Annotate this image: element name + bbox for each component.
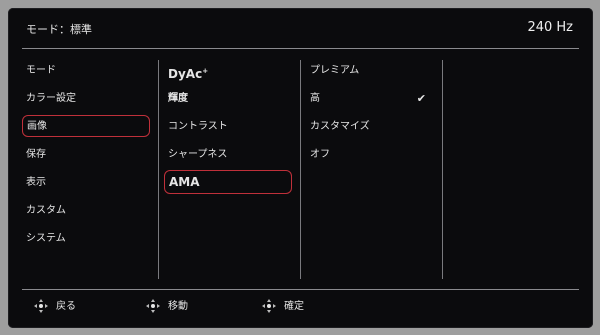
- osd-header: モード：標準 240 Hz: [8, 8, 593, 48]
- menu-item-custom[interactable]: カスタム: [26, 200, 154, 222]
- footer-confirm-label: 確定: [284, 301, 304, 312]
- footer-move-label: 移動: [168, 301, 188, 312]
- dpad-center-icon: [262, 299, 276, 313]
- submenu-item-sharpness[interactable]: シャープネス: [168, 144, 296, 166]
- dpad-updown-icon: [146, 299, 160, 313]
- footer-divider: [22, 289, 579, 290]
- option-premium[interactable]: プレミアム: [310, 60, 438, 82]
- footer-back[interactable]: 戻る: [34, 298, 76, 316]
- submenu-item-ama[interactable]: AMA: [164, 170, 292, 194]
- dpad-left-icon: [34, 299, 48, 313]
- dyac-plus-mark: +: [202, 67, 209, 75]
- menu-item-picture[interactable]: 画像: [22, 115, 150, 137]
- submenu-item-contrast[interactable]: コントラスト: [168, 116, 296, 138]
- submenu-item-brightness[interactable]: 輝度: [168, 88, 296, 110]
- footer-move[interactable]: 移動: [146, 298, 188, 316]
- option-off[interactable]: オフ: [310, 144, 438, 166]
- option-customize[interactable]: カスタマイズ: [310, 116, 438, 138]
- refresh-rate-indicator: 240 Hz: [527, 20, 573, 35]
- footer-confirm[interactable]: 確定: [262, 298, 304, 316]
- column-divider-2: [300, 60, 301, 279]
- menu-item-system[interactable]: システム: [26, 228, 154, 250]
- footer-back-label: 戻る: [56, 301, 76, 312]
- menu-item-display[interactable]: 表示: [26, 172, 154, 194]
- menu-item-mode[interactable]: モード: [26, 60, 154, 82]
- submenu-item-dyac[interactable]: DyAc+: [168, 60, 296, 82]
- option-high[interactable]: 高 ✔: [310, 88, 438, 110]
- menu-item-save[interactable]: 保存: [26, 144, 154, 166]
- column-divider-3: [442, 60, 443, 279]
- menu-item-color-settings[interactable]: カラー設定: [26, 88, 154, 110]
- monitor-osd-panel: モード：標準 240 Hz モード カラー設定 画像 保存 表示 カスタム シス…: [8, 8, 593, 328]
- header-divider: [22, 48, 579, 49]
- mode-indicator: モード：標準: [26, 23, 92, 36]
- checkmark-icon: ✔: [416, 92, 426, 105]
- dyac-label: DyAc: [168, 67, 203, 81]
- option-high-label: 高: [310, 93, 320, 104]
- column-divider-1: [158, 60, 159, 279]
